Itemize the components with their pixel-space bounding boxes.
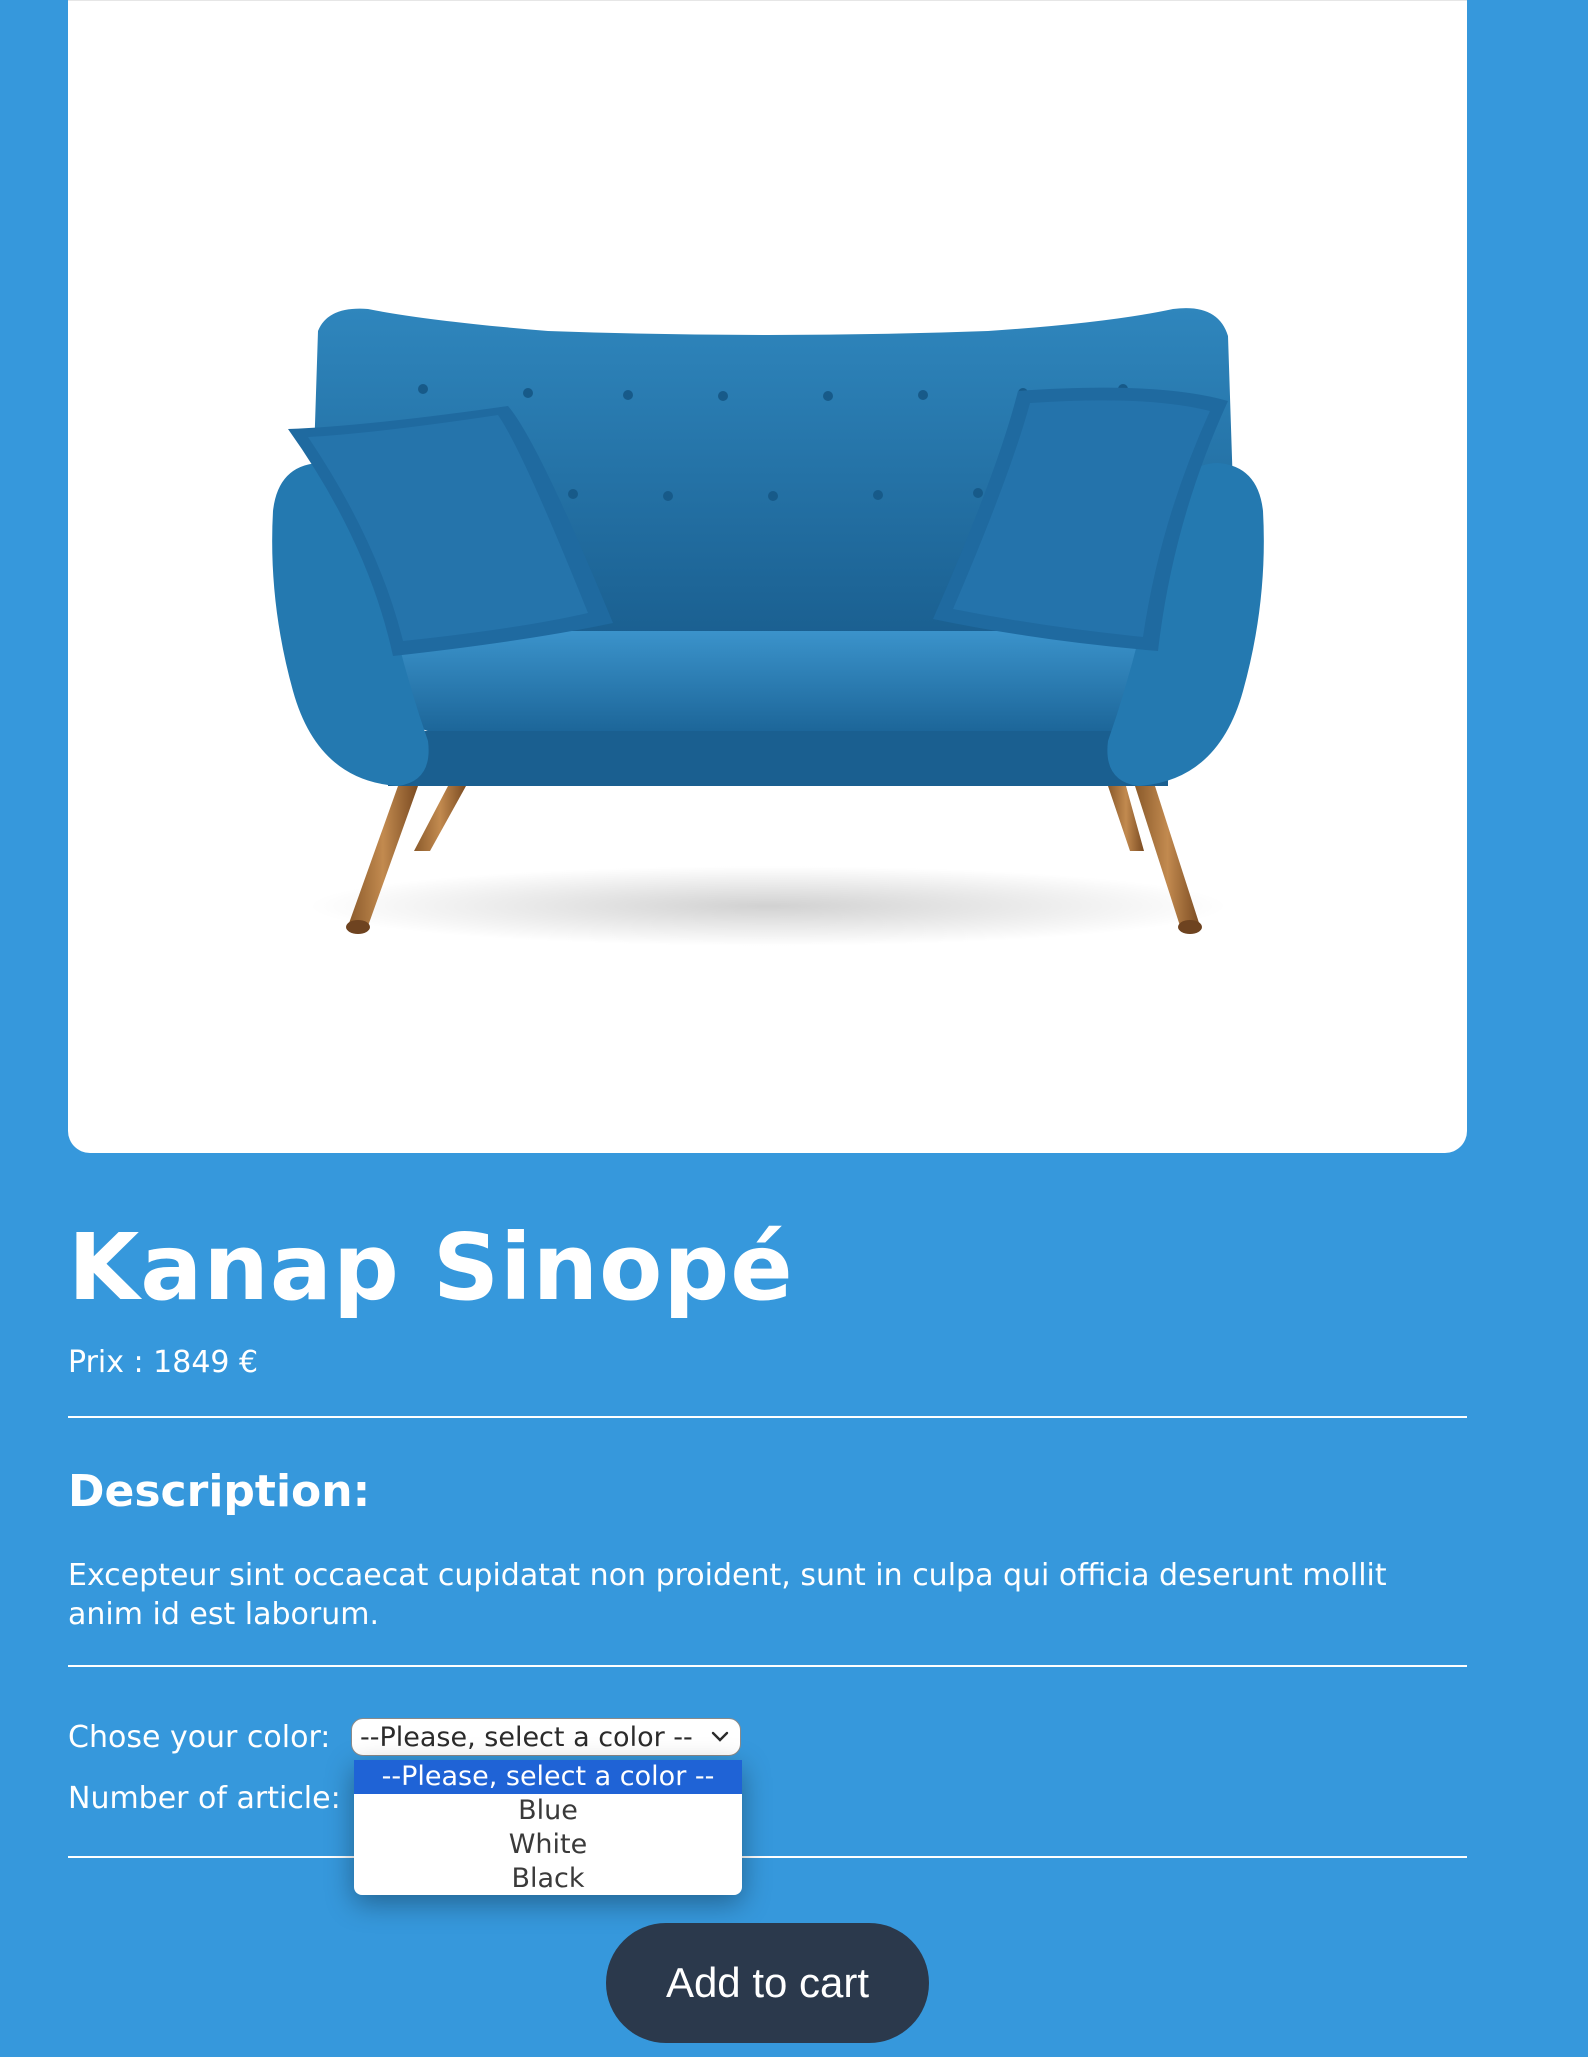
- product-image-card: [68, 0, 1467, 1153]
- color-dropdown-list[interactable]: --Please, select a color -- Blue White B…: [354, 1760, 742, 1895]
- product-price: Prix : 1849 €: [68, 1345, 259, 1380]
- chevron-down-icon: [711, 1731, 729, 1742]
- product-title: Kanap Sinopé: [68, 1214, 794, 1321]
- color-option-black[interactable]: Black: [354, 1862, 742, 1895]
- quantity-label: Number of article:: [68, 1781, 341, 1816]
- color-option-placeholder[interactable]: --Please, select a color --: [354, 1760, 742, 1794]
- color-select[interactable]: --Please, select a color --: [351, 1718, 741, 1756]
- divider-top: [68, 1416, 1467, 1418]
- color-label: Chose your color:: [68, 1720, 331, 1755]
- color-option-blue[interactable]: Blue: [354, 1794, 742, 1828]
- color-option-white[interactable]: White: [354, 1828, 742, 1862]
- description-heading: Description:: [68, 1466, 371, 1517]
- add-to-cart-button[interactable]: Add to cart: [606, 1923, 929, 2043]
- divider-middle: [68, 1665, 1467, 1667]
- divider-bottom: [68, 1856, 1467, 1858]
- description-text: Excepteur sint occaecat cupidatat non pr…: [68, 1558, 1387, 1632]
- sofa-image: [272, 308, 1264, 946]
- color-select-value: --Please, select a color --: [360, 1721, 693, 1753]
